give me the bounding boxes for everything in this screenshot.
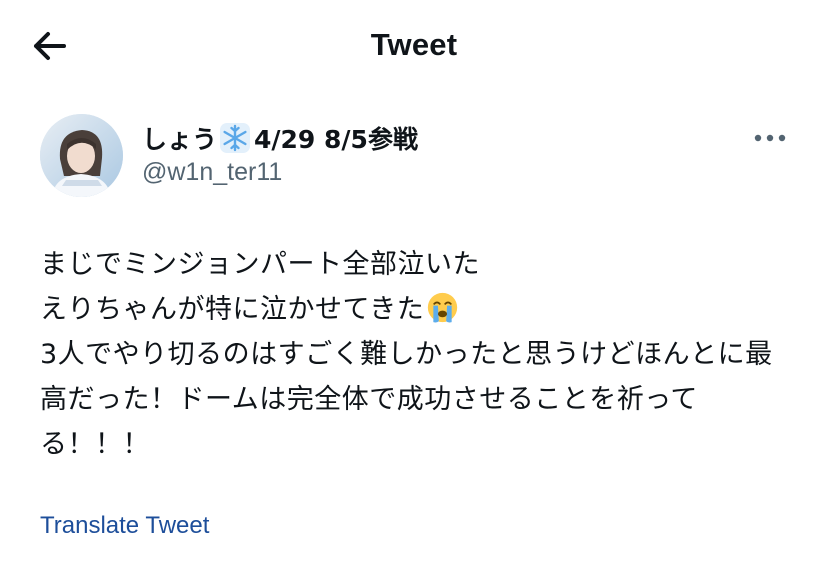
display-name-text: しょう bbox=[142, 125, 218, 154]
loudly-crying-face-icon bbox=[428, 292, 458, 323]
tweet-text-part-2: 3人でやり切るのはすごく難しかったと思うけどほんとに最高だった！ドームは完全体で… bbox=[40, 339, 773, 460]
snowflake-icon bbox=[220, 123, 251, 153]
more-options-icon bbox=[754, 134, 786, 142]
tweet-text-part-1: まじでミンジョンパート全部泣いた えりちゃんが特に泣かせてきた bbox=[40, 249, 480, 325]
tweet-text: まじでミンジョンパート全部泣いた えりちゃんが特に泣かせてきた 3人でやり切るの… bbox=[40, 242, 790, 467]
more-options-button[interactable] bbox=[750, 122, 790, 152]
avatar[interactable] bbox=[40, 114, 123, 197]
author-handle[interactable]: @w1n_ter11 bbox=[142, 156, 282, 188]
translate-tweet-link[interactable]: Translate Tweet bbox=[40, 510, 209, 542]
author-display-name[interactable]: しょう 4/29 8/5参戦 bbox=[142, 118, 418, 158]
top-bar: Tweet bbox=[0, 0, 828, 90]
display-name-suffix: 4/29 8/5参戦 bbox=[254, 125, 418, 154]
page-title: Tweet bbox=[370, 27, 458, 62]
